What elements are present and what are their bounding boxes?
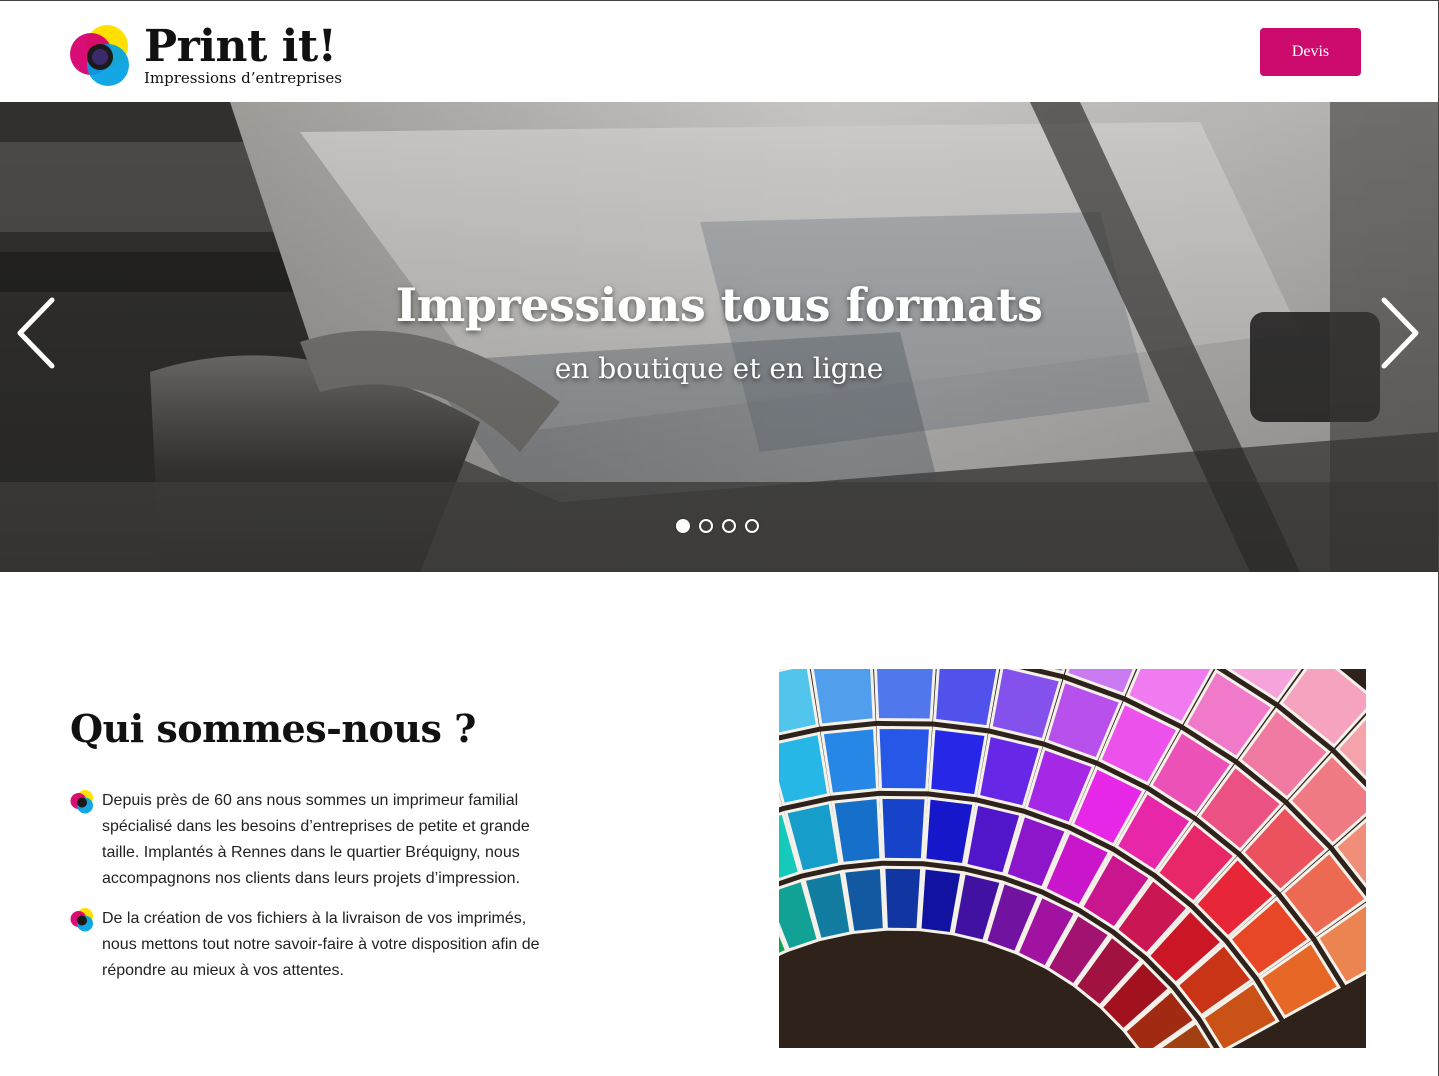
about-list: Depuis près de 60 ans nous sommes un imp…: [70, 788, 540, 998]
logo-text: Print it! Impressions d’entreprises: [144, 21, 342, 88]
logo-subtitle: Impressions d’entreprises: [144, 69, 342, 87]
carousel-dot-4[interactable]: [745, 519, 759, 533]
chevron-left-icon[interactable]: [14, 296, 58, 370]
site-header: Print it! Impressions d’entreprises Devi…: [0, 1, 1438, 102]
page: Print it! Impressions d’entreprises Devi…: [0, 0, 1439, 1076]
carousel-dot-2[interactable]: [699, 519, 713, 533]
logo-title: Print it!: [144, 21, 337, 72]
hero-background-image: [0, 102, 1438, 572]
carousel-indicators: [676, 519, 759, 533]
quote-button[interactable]: Devis: [1260, 28, 1361, 76]
list-item: Depuis près de 60 ans nous sommes un imp…: [70, 788, 540, 892]
pantone-fan-illustration: [779, 669, 1366, 1048]
about-paragraph-2: De la création de vos fichiers à la livr…: [102, 910, 540, 979]
hero-title: Impressions tous formats: [395, 278, 1043, 332]
about-title: Qui sommes-nous ?: [70, 706, 476, 751]
list-item: De la création de vos fichiers à la livr…: [70, 906, 540, 984]
logo-cmyk-icon: [70, 25, 129, 86]
logo[interactable]: Print it! Impressions d’entreprises: [69, 21, 342, 88]
hero-carousel: Impressions tous formats en boutique et …: [0, 102, 1438, 572]
cmyk-bullet-icon: [70, 790, 93, 814]
cmyk-bullet-icon: [70, 908, 93, 932]
chevron-right-icon[interactable]: [1378, 296, 1422, 370]
carousel-dot-1[interactable]: [676, 519, 690, 533]
color-swatch-image: [779, 669, 1366, 1048]
hero-subtitle: en boutique et en ligne: [554, 352, 884, 385]
about-paragraph-1: Depuis près de 60 ans nous sommes un imp…: [102, 792, 530, 887]
carousel-dot-3[interactable]: [722, 519, 736, 533]
